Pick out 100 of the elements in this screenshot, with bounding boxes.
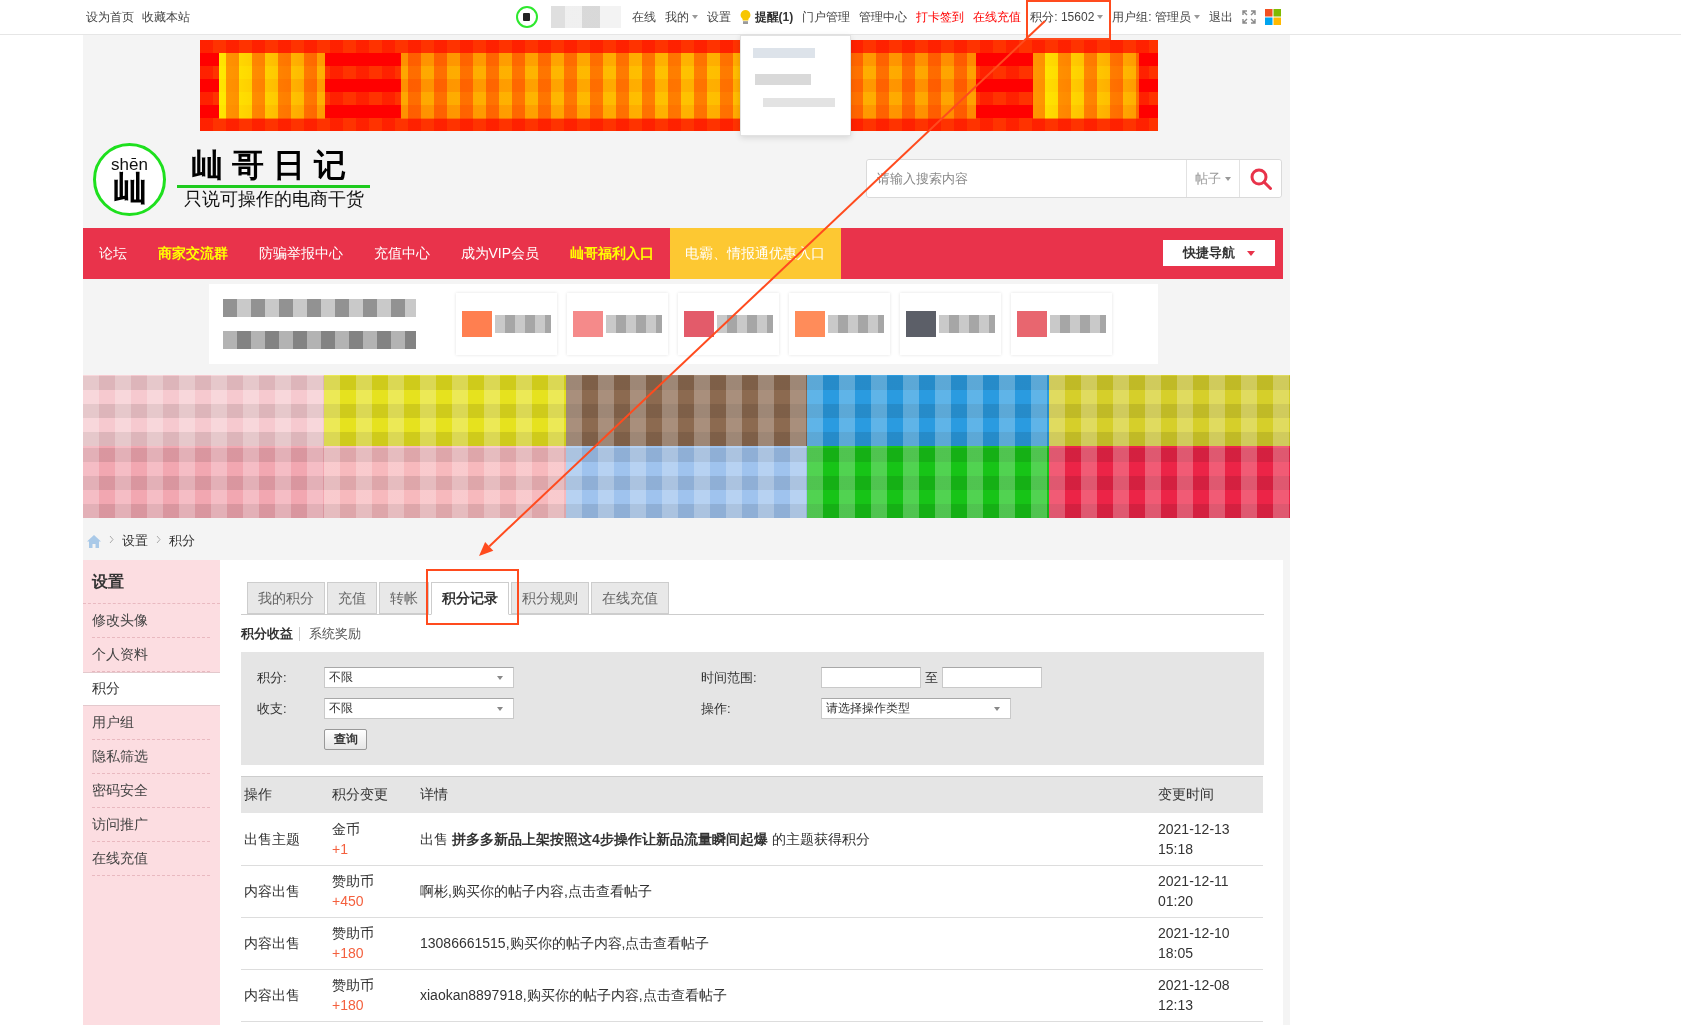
caret-icon: [497, 675, 503, 680]
breadcrumb-link[interactable]: 积分: [169, 532, 195, 550]
site-tagline: 只说可操作的电商干货: [183, 188, 365, 210]
query-button[interactable]: 查询: [324, 729, 367, 750]
site-title: 屾哥日记: [190, 146, 356, 185]
top-link[interactable]: 退出: [1209, 7, 1233, 27]
logo-emblem[interactable]: shēn 屾: [93, 143, 166, 216]
tab[interactable]: 在线充值: [591, 582, 669, 614]
top-link[interactable]: 在线充值: [973, 7, 1022, 27]
top-link[interactable]: 我的: [664, 7, 698, 27]
sidebar-item[interactable]: 用户组: [92, 706, 210, 740]
column-header: 积分变更: [329, 776, 417, 813]
ad-image-placeholder[interactable]: [807, 446, 1049, 518]
column-header: 操作: [241, 776, 329, 813]
top-link[interactable]: 收藏本站: [142, 7, 190, 27]
blurred-text-placeholder: [828, 315, 884, 333]
ad-image-placeholder[interactable]: [565, 446, 808, 518]
subtab-link[interactable]: 积分收益: [241, 624, 293, 644]
tab[interactable]: 我的积分: [247, 582, 325, 614]
top-link[interactable]: 在线: [631, 7, 656, 27]
caret-icon: [497, 706, 503, 711]
select-field[interactable]: 请选择操作类型: [821, 698, 1011, 719]
chevron-icon: [109, 535, 114, 544]
caret-icon: [1247, 250, 1255, 256]
top-link[interactable]: 门户管理: [802, 7, 851, 27]
table-cell: 内容出售: [241, 865, 329, 917]
sidebar-item[interactable]: 密码安全: [92, 774, 210, 808]
column-header: 详情: [417, 776, 1155, 813]
top-link[interactable]: 用户组: 管理员: [1112, 7, 1200, 27]
quick-nav-button[interactable]: 快捷导航: [1163, 240, 1275, 266]
ad-image-placeholder[interactable]: [1048, 375, 1290, 446]
table-cell: 内容出售: [241, 969, 329, 1021]
tab[interactable]: 充值: [327, 582, 377, 614]
ad-image-placeholder[interactable]: [1048, 446, 1290, 518]
top-link[interactable]: 打卡签到: [916, 7, 965, 27]
ad-card[interactable]: [1011, 293, 1112, 355]
sidebar-item[interactable]: 积分: [83, 672, 220, 706]
ad-image-placeholder[interactable]: [324, 446, 566, 518]
sidebar-item[interactable]: 隐私筛选: [92, 740, 210, 774]
caret-icon: [1225, 176, 1231, 181]
time-cell: 2021-12-08 12:13: [1155, 969, 1263, 1021]
notification-link[interactable]: 提醒(1): [739, 7, 794, 27]
chevron-icon: [156, 535, 161, 544]
nav-link[interactable]: 成为VIP会员: [445, 228, 555, 279]
avatar-icon[interactable]: [515, 6, 538, 28]
ad-card[interactable]: [900, 293, 1001, 355]
time-cell: 2021-12-11 01:20: [1155, 865, 1263, 917]
app-grid-icon[interactable]: [1265, 9, 1281, 25]
breadcrumb-link[interactable]: 设置: [122, 532, 148, 550]
detail-cell: 13086661515,购买你的帖子内容,点击查看帖子: [417, 917, 1155, 969]
nav-link[interactable]: 防骗举报中心: [243, 228, 358, 279]
nav-link[interactable]: 充值中心: [358, 228, 445, 279]
blurred-text-placeholder: [717, 315, 773, 333]
top-link[interactable]: 管理中心: [859, 7, 908, 27]
bulb-icon: [739, 10, 751, 24]
ad-image-placeholder[interactable]: [83, 375, 325, 446]
home-icon[interactable]: [87, 535, 101, 548]
blurred-text-placeholder: [939, 315, 995, 333]
tab[interactable]: 转帐: [379, 582, 429, 614]
filter-label: 积分:: [257, 668, 288, 687]
blurred-text-placeholder: [606, 315, 662, 333]
change-cell: 金币 +1: [329, 813, 417, 865]
detail-cell: 出售 拼多多新品上架按照这4步操作让新品流量瞬间起爆 的主题获得积分: [417, 813, 1155, 865]
select-field[interactable]: 不限: [324, 698, 514, 719]
logo-glyph: 屾: [112, 171, 147, 205]
select-field[interactable]: 不限: [324, 667, 514, 688]
range-separator: 至: [925, 668, 938, 687]
sidebar-item[interactable]: 访问推广: [92, 808, 210, 842]
filter-label: 收支:: [257, 699, 288, 718]
filter-label: 时间范围:: [701, 668, 758, 687]
ad-image-placeholder[interactable]: [807, 375, 1049, 446]
date-input[interactable]: [942, 667, 1042, 688]
detail-cell: xiaokan8897918,购买你的帖子内容,点击查看帖子: [417, 969, 1155, 1021]
sidebar-item[interactable]: 在线充值: [92, 842, 210, 876]
tab[interactable]: 积分规则: [511, 582, 589, 614]
ad-image-placeholder[interactable]: [83, 446, 325, 518]
nav-link[interactable]: 论坛: [83, 228, 142, 279]
detail-cell: 啊彬,购买你的帖子内容,点击查看帖子: [417, 865, 1155, 917]
search-icon: [1249, 167, 1272, 190]
date-input[interactable]: [821, 667, 921, 688]
change-cell: 赞助币 +180: [329, 917, 417, 969]
top-link[interactable]: 积分: 15602: [1030, 7, 1104, 27]
fullscreen-icon[interactable]: [1242, 10, 1256, 24]
nav-link[interactable]: 屾哥福利入口: [554, 228, 670, 279]
sidebar-item[interactable]: 修改头像: [92, 604, 210, 638]
ad-image-placeholder[interactable]: [324, 375, 566, 446]
ad-image-placeholder[interactable]: [565, 375, 808, 446]
change-cell: 赞助币 +180: [329, 969, 417, 1021]
subtab-link[interactable]: 系统奖励: [309, 624, 361, 644]
ad-card[interactable]: [678, 293, 779, 355]
table-cell: 内容出售: [241, 917, 329, 969]
blurred-text-placeholder: [1050, 315, 1106, 333]
time-cell: 2021-12-10 18:05: [1155, 917, 1263, 969]
column-header: 变更时间: [1155, 776, 1263, 813]
filter-label: 操作:: [701, 699, 732, 718]
search-button[interactable]: [1239, 160, 1281, 197]
nav-link[interactable]: 商家交流群: [142, 228, 243, 279]
top-link[interactable]: 设置: [706, 7, 731, 27]
tab[interactable]: 积分记录: [431, 582, 509, 615]
top-link[interactable]: 设为首页: [86, 7, 134, 27]
